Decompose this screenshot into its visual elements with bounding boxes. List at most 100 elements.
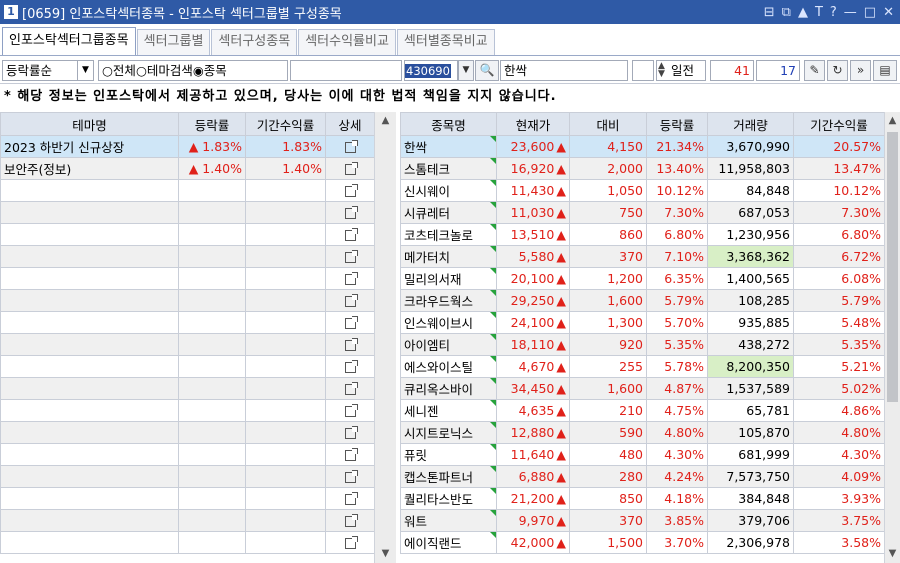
theme-row[interactable] [0,201,375,224]
detail-icon[interactable] [344,250,358,263]
detail-icon[interactable] [344,404,358,417]
stock-name[interactable]: 시큐레터 [400,201,497,224]
stock-row[interactable]: 밀리의서재 20,100 ▲ 1,200 6.35% 1,400,565 6.08% [400,267,885,290]
detail-cell[interactable] [325,377,375,400]
window-control-5[interactable]: — [844,5,857,20]
stock-row[interactable]: 워트 9,970 ▲ 370 3.85% 379,706 3.75% [400,509,885,532]
tab-0[interactable]: 인포스탁섹터그룹종목 [2,27,136,55]
stock-name[interactable]: 밀리의서재 [400,267,497,290]
stock-row[interactable]: 메가터치 5,580 ▲ 370 7.10% 3,368,362 6.72% [400,245,885,268]
theme-row[interactable] [0,267,375,290]
next-icon[interactable]: » [850,60,871,81]
theme-row[interactable] [0,377,375,400]
stock-col-header[interactable]: 거래량 [707,112,794,136]
search-icon[interactable]: 🔍 [475,60,499,81]
detail-icon[interactable] [344,294,358,307]
detail-icon[interactable] [344,338,358,351]
stock-name[interactable]: 크라우드웍스 [400,289,497,312]
stock-name[interactable]: 에이직랜드 [400,531,497,554]
detail-icon[interactable] [344,272,358,285]
detail-cell[interactable] [325,289,375,312]
detail-cell[interactable] [325,443,375,466]
stock-row[interactable]: 캡스톤파트너 6,880 ▲ 280 4.24% 7,573,750 4.09% [400,465,885,488]
stock-name[interactable]: 큐리옥스바이 [400,377,497,400]
theme-row[interactable] [0,531,375,554]
stock-col-header[interactable]: 기간수익률 [793,112,885,136]
detail-icon[interactable] [344,470,358,483]
detail-cell[interactable] [325,157,375,180]
stock-name[interactable]: 신시웨이 [400,179,497,202]
theme-table-scrollbar[interactable]: ▲ ▼ [374,112,396,563]
detail-cell[interactable] [325,333,375,356]
detail-icon[interactable] [344,492,358,505]
scroll-thumb[interactable] [887,132,898,402]
theme-col-header[interactable]: 기간수익률 [245,112,326,136]
theme-row[interactable] [0,399,375,422]
theme-row[interactable] [0,179,375,202]
theme-row[interactable] [0,333,375,356]
stock-name[interactable]: 한싹 [400,135,497,158]
theme-col-header[interactable]: 상세 [325,112,375,136]
stock-name[interactable]: 아이엠티 [400,333,497,356]
detail-icon[interactable] [344,162,358,175]
period-to-input[interactable]: 17 [756,60,800,81]
detail-icon[interactable] [344,316,358,329]
menu-icon[interactable]: ▤ [873,60,897,81]
stock-row[interactable]: 퀄리타스반도 21,200 ▲ 850 4.18% 384,848 3.93% [400,487,885,510]
detail-cell[interactable] [325,245,375,268]
stock-row[interactable]: 에이직랜드 42,000 ▲ 1,500 3.70% 2,306,978 3.58% [400,531,885,554]
window-control-1[interactable]: ⧉ [782,5,791,20]
stock-name[interactable]: 메가터치 [400,245,497,268]
window-control-0[interactable]: ⊟ [764,5,775,20]
window-control-2[interactable]: ▲ [798,5,808,20]
detail-cell[interactable] [325,201,375,224]
detail-cell[interactable] [325,135,375,158]
scroll-up-icon[interactable]: ▲ [885,112,900,130]
stock-name[interactable]: 캡스톤파트너 [400,465,497,488]
detail-icon[interactable] [344,448,358,461]
stock-name[interactable]: 워트 [400,509,497,532]
refresh-icon[interactable]: ↻ [827,60,848,81]
stock-row[interactable]: 코츠테크놀로 13,510 ▲ 860 6.80% 1,230,956 6.80% [400,223,885,246]
theme-col-header[interactable]: 테마명 [0,112,179,136]
stock-name[interactable]: 퓨릿 [400,443,497,466]
detail-cell[interactable] [325,223,375,246]
window-control-4[interactable]: ? [830,5,837,20]
sort-select[interactable]: 등락률순 ▼ [2,60,94,81]
stock-row[interactable]: 세니젠 4,635 ▲ 210 4.75% 65,781 4.86% [400,399,885,422]
scroll-up-icon[interactable]: ▲ [375,112,396,130]
theme-row[interactable] [0,509,375,532]
blank-field[interactable] [290,60,402,81]
period-from-input[interactable]: 41 [710,60,754,81]
tab-4[interactable]: 섹터별종목비교 [396,29,495,55]
window-control-6[interactable]: □ [864,5,876,20]
stock-col-header[interactable]: 등락률 [646,112,708,136]
stock-col-header[interactable]: 대비 [569,112,647,136]
stock-row[interactable]: 시지트로닉스 12,880 ▲ 590 4.80% 105,870 4.80% [400,421,885,444]
tab-3[interactable]: 섹터수익률비교 [298,29,396,55]
stock-col-header[interactable]: 현재가 [496,112,570,136]
radio-theme[interactable]: ○테마검색 [136,63,193,78]
stock-row[interactable]: 시큐레터 11,030 ▲ 750 7.30% 687,053 7.30% [400,201,885,224]
detail-cell[interactable] [325,179,375,202]
detail-cell[interactable] [325,487,375,510]
detail-icon[interactable] [344,514,358,527]
stock-row[interactable]: 큐리옥스바이 34,450 ▲ 1,600 4.87% 1,537,589 5.02% [400,377,885,400]
stock-row[interactable]: 신시웨이 11,430 ▲ 1,050 10.12% 84,848 10.12% [400,179,885,202]
tab-2[interactable]: 섹터구성종목 [211,29,298,55]
detail-cell[interactable] [325,399,375,422]
scroll-down-icon[interactable]: ▼ [375,545,396,563]
detail-cell[interactable] [325,421,375,444]
detail-cell[interactable] [325,509,375,532]
radio-stock[interactable]: ◉종목 [193,63,227,78]
detail-icon[interactable] [344,228,358,241]
stock-name[interactable]: 시지트로닉스 [400,421,497,444]
stock-name[interactable]: 스톰테크 [400,157,497,180]
radio-all[interactable]: ○전체 [102,63,136,78]
theme-row[interactable] [0,465,375,488]
theme-row[interactable] [0,245,375,268]
detail-icon[interactable] [344,184,358,197]
stock-row[interactable]: 인스웨이브시 24,100 ▲ 1,300 5.70% 935,885 5.48% [400,311,885,334]
detail-icon[interactable] [344,382,358,395]
stock-name[interactable]: 에스와이스틸 [400,355,497,378]
